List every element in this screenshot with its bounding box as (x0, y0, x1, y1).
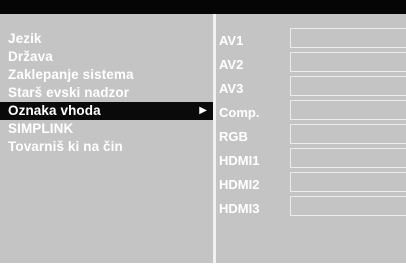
input-name-field[interactable] (290, 76, 406, 96)
menu-item-country[interactable]: Država (0, 48, 213, 66)
input-label-submenu: AV1 AV2 AV3 Comp. RGB HDMI1 HDMI2 HDMI3 (216, 14, 406, 263)
input-name-field[interactable] (290, 196, 406, 216)
menu-item-input-label[interactable]: Oznaka vhoda ▶ (0, 102, 213, 120)
input-name-field[interactable] (290, 124, 406, 144)
input-source-label: AV1 (219, 33, 244, 48)
menu-item-system-lock[interactable]: Zaklepanje sistema (0, 66, 213, 84)
input-row-hdmi1[interactable]: HDMI1 (216, 148, 406, 172)
input-source-label: Comp. (219, 105, 260, 120)
menu-item-factory-reset[interactable]: Tovarniš ki na čin (0, 138, 213, 156)
input-name-field[interactable] (290, 100, 406, 120)
input-source-label: AV3 (219, 81, 244, 96)
menu-item-simplink[interactable]: SIMPLINK (0, 120, 213, 138)
input-label-list: AV1 AV2 AV3 Comp. RGB HDMI1 HDMI2 HDMI3 (216, 28, 406, 220)
input-name-field[interactable] (290, 28, 406, 48)
main-menu-list: Jezik Država Zaklepanje sistema Starš ev… (0, 30, 213, 156)
menu-item-input-label-text: Oznaka vhoda (8, 103, 101, 118)
menu-item-parental-control[interactable]: Starš evski nadzor (0, 84, 213, 102)
input-row-hdmi2[interactable]: HDMI2 (216, 172, 406, 196)
input-row-av3[interactable]: AV3 (216, 76, 406, 100)
input-row-av1[interactable]: AV1 (216, 28, 406, 52)
input-source-label: RGB (219, 129, 248, 144)
input-row-av2[interactable]: AV2 (216, 52, 406, 76)
input-name-field[interactable] (290, 52, 406, 72)
input-source-label: HDMI1 (219, 153, 260, 168)
input-source-label: HDMI2 (219, 177, 260, 192)
input-source-label: HDMI3 (219, 201, 260, 216)
input-name-field[interactable] (290, 172, 406, 192)
input-row-hdmi3[interactable]: HDMI3 (216, 196, 406, 220)
submenu-arrow-icon: ▶ (199, 105, 207, 116)
input-row-rgb[interactable]: RGB (216, 124, 406, 148)
main-menu-panel: Jezik Država Zaklepanje sistema Starš ev… (0, 14, 213, 263)
menu-item-language[interactable]: Jezik (0, 30, 213, 48)
input-source-label: AV2 (219, 57, 244, 72)
input-row-component[interactable]: Comp. (216, 100, 406, 124)
input-name-field[interactable] (290, 148, 406, 168)
tv-osd-menu: Jezik Država Zaklepanje sistema Starš ev… (0, 0, 406, 263)
